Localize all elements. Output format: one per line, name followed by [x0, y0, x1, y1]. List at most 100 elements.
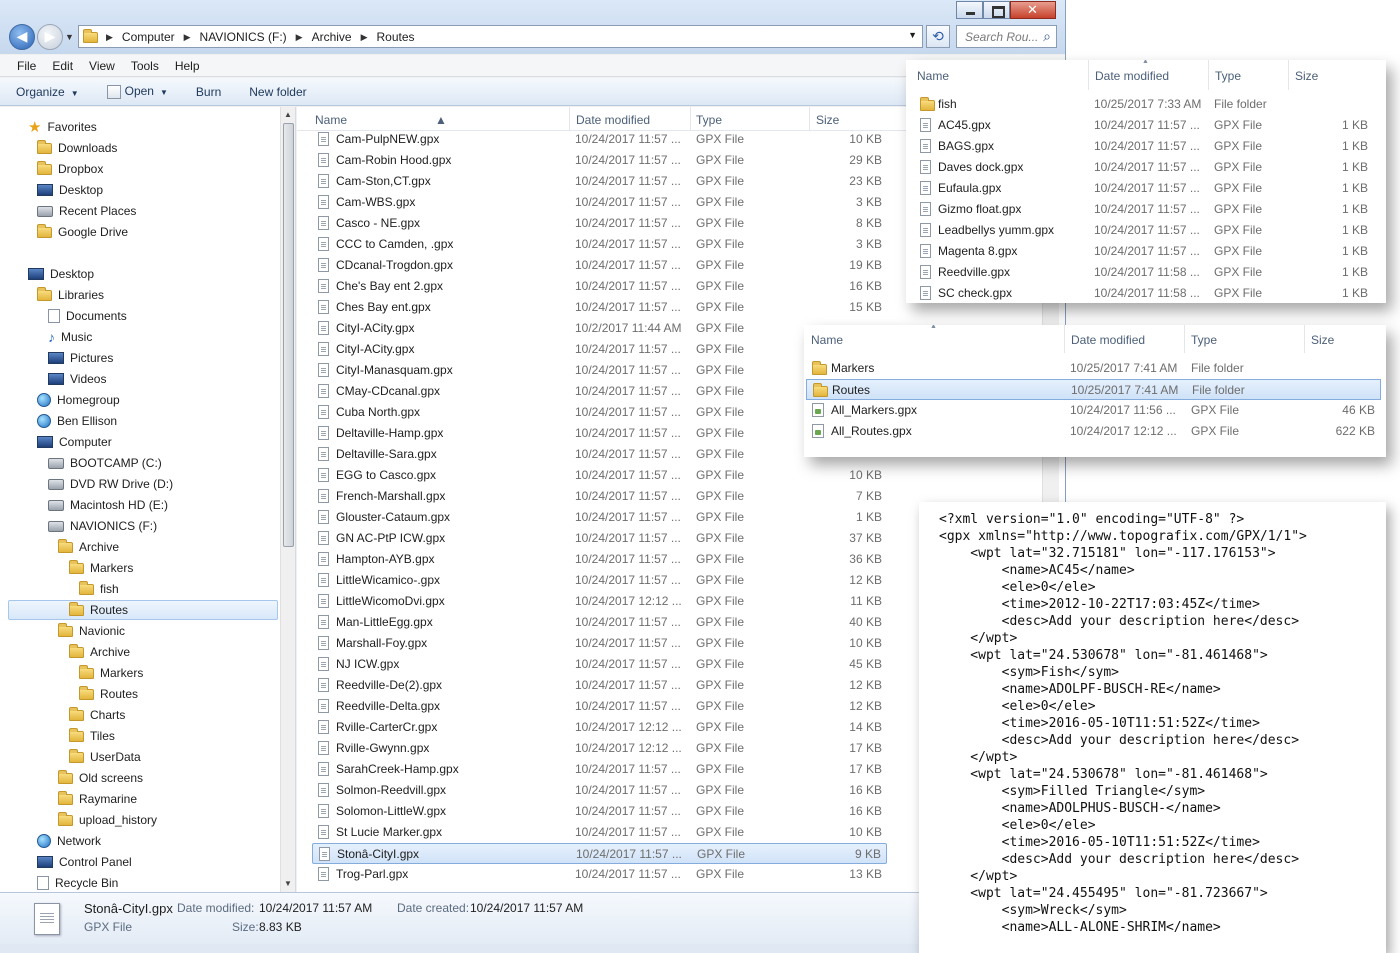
menu-view[interactable]: View — [81, 55, 123, 76]
nav-item-favorites[interactable]: ★ Favorites — [28, 117, 97, 137]
nav-item-archive[interactable]: Archive — [58, 537, 119, 557]
menu-help[interactable]: Help — [167, 55, 208, 76]
search-icon[interactable]: ⌕ — [1043, 28, 1051, 45]
file-row[interactable]: Cam-Ston,CT.gpx 10/24/2017 11:57 ... GPX F… — [312, 171, 887, 192]
menu-edit[interactable]: Edit — [44, 55, 81, 76]
file-row[interactable]: Glouster-Cataum.gpx 10/24/2017 11:57 ... G… — [312, 507, 887, 528]
nav-item-ben-ellison[interactable]: Ben Ellison — [37, 411, 117, 431]
file-row[interactable]: St Lucie Marker.gpx 10/24/2017 11:57 ... G… — [312, 822, 887, 843]
file-row[interactable]: Stonâ-CityI.gpx 10/24/2017 11:57 ... GPX F… — [312, 843, 887, 864]
chevron-right-icon[interactable]: ▶ — [101, 30, 118, 44]
file-row[interactable]: CityI-ACity.gpx 10/24/2017 11:57 ... GPX F… — [312, 339, 887, 360]
nav-item-documents[interactable]: Documents — [48, 306, 127, 326]
address-dropdown-icon[interactable]: ▼ — [908, 30, 917, 40]
nav-item-desktop[interactable]: Desktop — [37, 180, 103, 200]
file-row[interactable]: AC45.gpx 10/24/2017 11:57 ... GPX File 1 KB — [914, 115, 1374, 136]
nav-scrollbar-thumb[interactable] — [283, 123, 294, 547]
chevron-right-icon[interactable]: ▶ — [356, 30, 373, 44]
file-row[interactable]: Reedville.gpx 10/24/2017 11:58 ... GPX Fil… — [914, 262, 1374, 283]
maximize-button[interactable] — [983, 1, 1010, 19]
nav-item-tiles[interactable]: Tiles — [69, 726, 115, 746]
file-row[interactable]: All_Routes.gpx 10/24/2017 12:12 ... GPX Fi… — [806, 421, 1381, 442]
file-row[interactable]: Deltaville-Hamp.gpx 10/24/2017 11:57 ... G… — [312, 423, 887, 444]
nav-item-recent-places[interactable]: Recent Places — [37, 201, 136, 221]
file-row[interactable]: Casco - NE.gpx 10/24/2017 11:57 ... GPX Fi… — [312, 213, 887, 234]
file-row[interactable]: CityI-ACity.gpx 10/2/2017 11:44 AM GPX Fil… — [312, 318, 887, 339]
nav-item-charts[interactable]: Charts — [69, 705, 125, 725]
column-header-date[interactable]: Date modified — [576, 113, 650, 127]
breadcrumb-computer[interactable]: Computer — [122, 30, 175, 44]
column-header-type[interactable]: Type — [1191, 333, 1217, 347]
nav-item-recycle-bin[interactable]: Recycle Bin — [37, 873, 118, 892]
column-header-date[interactable]: Date modified — [1095, 69, 1169, 83]
nav-item-macintosh-hd-e[interactable]: Macintosh HD (E:) — [48, 495, 168, 515]
nav-item-upload-history[interactable]: upload_history — [58, 810, 157, 830]
nav-item-dvd-rw-drive-d[interactable]: DVD RW Drive (D:) — [48, 474, 173, 494]
file-row[interactable]: Rville-CarterCr.gpx 10/24/2017 12:12 ... G… — [312, 717, 887, 738]
back-button[interactable]: ◀ — [9, 24, 35, 50]
nav-scrollbar[interactable]: ▲ ▼ — [280, 107, 295, 892]
file-row[interactable]: CMay-CDcanal.gpx 10/24/2017 11:57 ... GPX … — [312, 381, 887, 402]
file-row[interactable]: SC check.gpx 10/24/2017 11:58 ... GPX File… — [914, 283, 1374, 303]
file-row[interactable]: Solomon-LittleW.gpx 10/24/2017 11:57 ... G… — [312, 801, 887, 822]
menu-file[interactable]: File — [9, 55, 44, 76]
nav-item-raymarine[interactable]: Raymarine — [58, 789, 137, 809]
column-header-size[interactable]: Size — [1311, 333, 1334, 347]
scroll-up-icon[interactable]: ▲ — [284, 110, 292, 119]
file-row[interactable]: Leadbellys yumm.gpx 10/24/2017 11:57 ... G… — [914, 220, 1374, 241]
file-row[interactable]: Marshall-Foy.gpx 10/24/2017 11:57 ... GPX … — [312, 633, 887, 654]
file-row[interactable]: SarahCreek-Hamp.gpx 10/24/2017 11:57 ... G… — [312, 759, 887, 780]
nav-item-pictures[interactable]: Pictures — [48, 348, 113, 368]
nav-item-google-drive[interactable]: Google Drive — [37, 222, 128, 242]
column-header-date[interactable]: Date modified — [1071, 333, 1145, 347]
new-folder-button[interactable]: New folder — [249, 85, 306, 99]
menu-tools[interactable]: Tools — [123, 55, 167, 76]
address-bar[interactable]: ▶ Computer ▶ NAVIONICS (F:) ▶ Archive ▶ … — [78, 25, 923, 48]
file-row[interactable]: CCC to Camden, .gpx 10/24/2017 11:57 ... G… — [312, 234, 887, 255]
file-row[interactable]: All_Markers.gpx 10/24/2017 11:56 ... GPX F… — [806, 400, 1381, 421]
breadcrumb-routes[interactable]: Routes — [377, 30, 415, 44]
burn-button[interactable]: Burn — [196, 85, 221, 99]
nav-item-control-panel[interactable]: Control Panel — [37, 852, 132, 872]
column-header-size[interactable]: Size — [816, 113, 839, 127]
file-row[interactable]: Cuba North.gpx 10/24/2017 11:57 ... GPX Fi… — [312, 402, 887, 423]
file-row[interactable]: EGG to Casco.gpx 10/24/2017 11:57 ... GPX … — [312, 465, 887, 486]
forward-button[interactable]: ▶ — [37, 24, 63, 50]
file-row[interactable]: LittleWicamico-.gpx 10/24/2017 11:57 ... G… — [312, 570, 887, 591]
file-row[interactable]: CityI-Manasquam.gpx 10/24/2017 11:57 ... G… — [312, 360, 887, 381]
nav-item-old-screens[interactable]: Old screens — [58, 768, 143, 788]
nav-item-navionics-f[interactable]: NAVIONICS (F:) — [48, 516, 157, 536]
search-input[interactable]: Search Rou... ⌕ — [956, 25, 1057, 48]
nav-item-computer[interactable]: Computer — [37, 432, 112, 452]
file-row[interactable]: fish 10/25/2017 7:33 AM File folder — [914, 94, 1374, 115]
nav-item-downloads[interactable]: Downloads — [37, 138, 117, 158]
file-row[interactable]: Markers 10/25/2017 7:41 AM File folder — [806, 358, 1381, 379]
file-row[interactable]: Trog-Parl.gpx 10/24/2017 11:57 ... GPX Fil… — [312, 864, 887, 885]
nav-item-routes[interactable]: Routes — [79, 684, 138, 704]
chevron-right-icon[interactable]: ▶ — [179, 30, 196, 44]
file-row[interactable]: CDcanal-Trogdon.gpx 10/24/2017 11:57 ... G… — [312, 255, 887, 276]
file-row[interactable]: Cam-WBS.gpx 10/24/2017 11:57 ... GPX File 3… — [312, 192, 887, 213]
chevron-right-icon[interactable]: ▶ — [291, 30, 308, 44]
minimize-button[interactable] — [956, 1, 983, 19]
close-button[interactable] — [1010, 1, 1056, 19]
nav-item-userdata[interactable]: UserData — [69, 747, 141, 767]
scroll-down-icon[interactable]: ▼ — [284, 879, 292, 888]
file-row[interactable]: Magenta 8.gpx 10/24/2017 11:57 ... GPX Fil… — [914, 241, 1374, 262]
file-row[interactable]: Che's Bay ent 2.gpx 10/24/2017 11:57 ... G… — [312, 276, 887, 297]
refresh-button[interactable]: ⟲ — [926, 25, 950, 48]
column-header-size[interactable]: Size — [1295, 69, 1318, 83]
open-button[interactable]: Open ▼ — [106, 84, 168, 99]
file-row[interactable]: Man-LittleEgg.gpx 10/24/2017 11:57 ... GPX… — [312, 612, 887, 633]
nav-item-homegroup[interactable]: Homegroup — [37, 390, 120, 410]
nav-item-libraries[interactable]: Libraries — [37, 285, 104, 305]
organize-button[interactable]: Organize ▼ — [16, 85, 79, 99]
column-header-type[interactable]: Type — [696, 113, 722, 127]
file-row[interactable]: Cam-PulpNEW.gpx 10/24/2017 11:57 ... GPX F… — [312, 129, 887, 150]
nav-item-videos[interactable]: Videos — [48, 369, 106, 389]
nav-item-network[interactable]: Network — [37, 831, 101, 851]
breadcrumb-navionics[interactable]: NAVIONICS (F:) — [200, 30, 287, 44]
nav-item-desktop[interactable]: Desktop — [28, 264, 94, 284]
breadcrumb-archive[interactable]: Archive — [312, 30, 352, 44]
file-row[interactable]: Hampton-AYB.gpx 10/24/2017 11:57 ... GPX F… — [312, 549, 887, 570]
